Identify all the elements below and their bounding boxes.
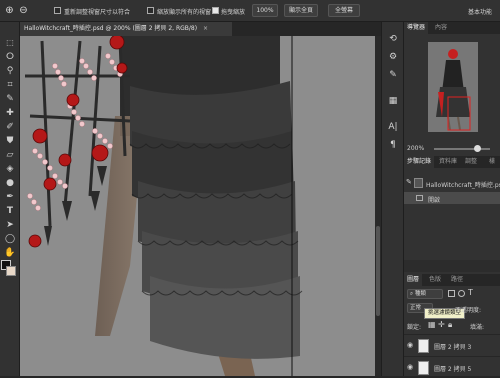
pen-tool-icon[interactable]: ✒ — [3, 190, 17, 204]
tab-styles[interactable]: 樣 — [486, 156, 498, 168]
visibility-eye-icon[interactable]: ◉ — [407, 341, 413, 349]
document-tab-title: HalloWitchcraft_時插控.psd @ 200% (圖層 2 拷貝 … — [24, 25, 198, 32]
filter-adjustment-icon[interactable] — [458, 290, 465, 297]
tab-paths[interactable]: 路徑 — [448, 274, 466, 286]
lasso-tool-icon[interactable]: ⵔ — [3, 50, 17, 64]
layer-thumbnail — [418, 361, 429, 375]
navigator-zoom-slider[interactable] — [434, 148, 490, 150]
eyedropper-icon[interactable]: ✎ — [3, 92, 17, 106]
dodge-tool-icon[interactable]: ● — [3, 176, 17, 190]
layer-kind-filter[interactable]: ⌕ 種類 — [407, 289, 443, 299]
tab-libraries[interactable]: 資料庫 — [436, 156, 460, 168]
zoom-all-windows-checkbox[interactable] — [147, 7, 154, 14]
visibility-eye-icon[interactable]: ◉ — [407, 363, 413, 371]
layer-row[interactable]: ◉ 圖層 2 拷貝 3 — [404, 334, 500, 356]
clone-stamp-icon[interactable]: ⛊ — [3, 134, 17, 148]
options-bar: ⊕ ⊖ 重新調整視窗尺寸以符合 縮放顯示所有的視窗 拖曳縮放 100% 顯示全頁… — [0, 0, 500, 22]
hand-tool-icon[interactable]: ✋ — [3, 246, 17, 260]
artwork — [20, 36, 375, 376]
healing-brush-icon[interactable]: ✚ — [3, 106, 17, 120]
layer-row[interactable]: ◉ 圖層 2 拷貝 5 — [404, 356, 500, 378]
navigator-preview — [428, 42, 478, 132]
snapshot-brush-icon: ✎ — [406, 178, 412, 186]
crop-tool-icon[interactable]: ⌗ — [3, 78, 17, 92]
resize-windows-label: 重新調整視窗尺寸以符合 — [64, 9, 131, 16]
character-panel-icon[interactable]: A| — [386, 120, 400, 134]
magic-wand-icon[interactable]: ⚲ — [3, 64, 17, 78]
tab-layers[interactable]: 圖層 — [404, 274, 423, 286]
history-footer — [404, 260, 500, 272]
lock-row: 鎖定: ▦ ✛ 🔒︎ 填滿: — [404, 320, 500, 332]
scrollbar-thumb[interactable] — [376, 226, 380, 316]
panel-icon-strip: ⟲ ⚙ ✎ ▦ A| ¶ — [381, 22, 403, 376]
history-step-row[interactable]: 開啟 — [404, 192, 500, 204]
document-tab-bar: HalloWitchcraft_時插控.psd @ 200% (圖層 2 拷貝 … — [20, 22, 380, 36]
navigator-zoom-row: 200% — [404, 143, 500, 153]
lock-position-icon[interactable]: ✛ — [438, 320, 445, 329]
tab-adjustments[interactable]: 調整 — [462, 156, 480, 168]
navigator-thumbnail — [428, 42, 478, 132]
zoom-100-button[interactable]: 100% — [252, 4, 278, 17]
navigator-zoom-value[interactable]: 200% — [407, 145, 424, 152]
layer-name: 圖層 2 拷貝 5 — [434, 366, 472, 373]
layers-tabs: 圖層 色版 路徑 — [404, 274, 500, 286]
zoom-in-icon[interactable]: ⊕ — [3, 4, 16, 17]
layer-name: 圖層 2 拷貝 3 — [434, 344, 472, 351]
tab-navigator[interactable]: 導覽器 — [404, 22, 429, 34]
eraser-icon[interactable]: ▱ — [3, 148, 17, 162]
type-tool-icon[interactable]: T — [3, 204, 17, 218]
history-step-icon — [416, 195, 423, 201]
lock-label: 鎖定: — [407, 324, 422, 331]
tab-properties[interactable]: 內容 — [432, 22, 450, 34]
filter-type-icon[interactable]: T — [468, 288, 473, 297]
lock-all-icon[interactable]: 🔒︎ — [448, 320, 452, 330]
tab-channels[interactable]: 色版 — [426, 274, 444, 286]
workspace-label[interactable]: 基本功能 — [468, 7, 492, 16]
properties-panel-icon[interactable]: ⚙ — [386, 50, 400, 64]
history-panel-icon[interactable]: ⟲ — [386, 32, 400, 46]
fit-screen-button[interactable]: 顯示全頁 — [284, 4, 318, 17]
paint-bucket-icon[interactable]: ◈ — [3, 162, 17, 176]
background-color-swatch[interactable] — [6, 266, 16, 276]
ellipse-tool-icon[interactable]: ◯ — [3, 232, 17, 246]
swatches-icon[interactable]: ▦ — [386, 94, 400, 108]
navigator-zoom-handle[interactable] — [474, 145, 481, 152]
filter-pixel-icon[interactable] — [448, 290, 455, 297]
zoom-all-windows-label: 縮放顯示所有的視窗 — [157, 9, 212, 16]
document-canvas[interactable] — [20, 36, 375, 376]
scrubby-zoom-label: 拖曳縮放 — [221, 9, 246, 16]
path-selection-icon[interactable]: ➤ — [3, 218, 17, 232]
fill-screen-button[interactable]: 全螢幕 — [328, 4, 360, 17]
marquee-tool-icon[interactable]: ⬚ — [3, 36, 17, 50]
opacity-label: 不透明度: — [455, 307, 482, 314]
close-tab-icon[interactable]: × — [203, 25, 208, 32]
snapshot-thumbnail — [414, 178, 423, 188]
lock-pixels-icon[interactable]: ▦ — [428, 320, 436, 329]
paragraph-panel-icon[interactable]: ¶ — [386, 138, 400, 152]
zoom-out-icon[interactable]: ⊖ — [17, 4, 30, 17]
resize-windows-checkbox[interactable] — [54, 7, 61, 14]
history-step-label: 開啟 — [428, 197, 441, 204]
history-tabs: 步驟記錄 資料庫 調整 樣 — [404, 156, 500, 168]
right-panel-dock: 導覽器 內容 200% 步驟記錄 資料庫 調整 樣 ✎ HalloWitchcr… — [403, 22, 500, 376]
tools-panel: ⬚ ⵔ ⚲ ⌗ ✎ ✚ ✐ ⛊ ▱ ◈ ● ✒ T ➤ ◯ ✋ — [0, 22, 20, 376]
document-tab[interactable]: HalloWitchcraft_時插控.psd @ 200% (圖層 2 拷貝 … — [20, 22, 232, 36]
navigator-tabs: 導覽器 內容 — [404, 22, 500, 34]
snapshot-label: HalloWitchcraft_時插控.psd — [426, 182, 500, 189]
history-snapshot-row[interactable]: ✎ HalloWitchcraft_時插控.psd — [404, 176, 500, 190]
layer-thumbnail — [418, 339, 429, 353]
brush-tool-icon[interactable]: ✐ — [3, 120, 17, 134]
tab-history[interactable]: 步驟記錄 — [404, 156, 435, 168]
scrubby-zoom-checkbox[interactable] — [212, 7, 219, 14]
fill-label: 填滿: — [470, 324, 485, 331]
brush-settings-icon[interactable]: ✎ — [386, 68, 400, 82]
